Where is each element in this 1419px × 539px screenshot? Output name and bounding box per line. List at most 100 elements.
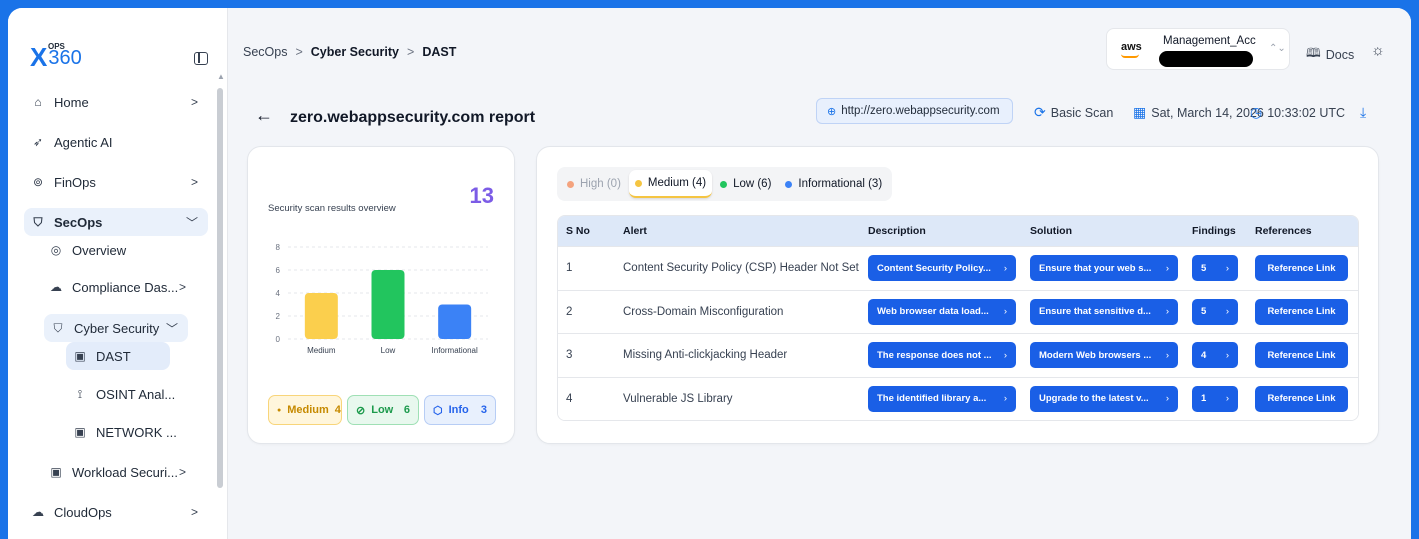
dot-icon: ● — [277, 406, 282, 414]
cell-sno: 3 — [566, 349, 573, 362]
findings-button[interactable]: 5 › — [1192, 255, 1238, 282]
filter-label: Low (6) — [733, 178, 772, 190]
breadcrumb-dast: DAST — [422, 45, 457, 59]
sidebar-item-finops[interactable]: ⊚ FinOps > — [24, 168, 208, 196]
reference-link[interactable]: Reference Link — [1255, 385, 1348, 412]
account-name: Management_Acc — [1163, 35, 1256, 47]
sidebar-item-cyber-security[interactable]: ⛉ Cyber Security ﹀ — [44, 314, 188, 342]
account-selector[interactable]: aws Management_Acc ⌃⌄ — [1106, 28, 1290, 70]
overview-icon: ◎ — [50, 243, 62, 257]
description-button[interactable]: Web browser data load... › — [868, 298, 1016, 325]
filter-high[interactable]: High (0) — [561, 170, 627, 198]
filter-low[interactable]: Low (6) — [714, 170, 777, 198]
bar-low — [371, 270, 405, 339]
reference-link[interactable]: Reference Link — [1255, 298, 1348, 325]
description-button[interactable]: The response does not ... › — [868, 342, 1016, 369]
solution-button[interactable]: Ensure that your web s... › — [1030, 255, 1178, 282]
scan-time-label: 10:33:02 UTC — [1267, 105, 1346, 120]
app-frame: X OPS 360 ▲ ⌂ Home > ➶ Agentic AI ⊚ FinO… — [8, 8, 1411, 539]
theme-toggle-icon[interactable]: ☼ — [1371, 42, 1385, 59]
breadcrumb-separator: > — [295, 45, 303, 59]
globe-icon: ⊕ — [827, 105, 837, 118]
scan-time: ◷ 10:33:02 UTC — [1250, 104, 1345, 121]
table-row: 4 Vulnerable JS Library The identified l… — [558, 376, 1358, 420]
clock-icon: ◷ — [1250, 104, 1263, 120]
col-solution: Solution — [1030, 225, 1072, 237]
badge-label: Medium — [287, 404, 329, 416]
y-tick-label: 6 — [276, 266, 281, 275]
table-row: 2 Cross-Domain Misconfiguration Web brow… — [558, 289, 1358, 333]
chevron-right-icon: > — [178, 280, 186, 294]
severity-badges: ● Medium 4 ⊘ Low 6 ⬡ Info 3 — [268, 395, 496, 425]
breadcrumb-secops[interactable]: SecOps — [243, 45, 287, 59]
shield-icon: ⬡ — [433, 404, 443, 417]
sidebar-scrollbar[interactable] — [217, 88, 223, 488]
account-id-redacted — [1159, 51, 1253, 67]
chevron-right-icon: > — [190, 175, 198, 189]
sidebar-item-overview[interactable]: ◎ Overview — [42, 236, 208, 264]
cell-sno: 1 — [566, 262, 573, 275]
sidebar-item-network[interactable]: ▣ NETWORK ... — [66, 418, 186, 446]
pill-label: The response does not ... — [877, 349, 992, 361]
docs-link[interactable]: 🕮 Docs — [1306, 44, 1354, 65]
sidebar-item-label: CloudOps — [54, 504, 112, 520]
sidebar-item-agentic-ai[interactable]: ➶ Agentic AI — [24, 128, 208, 156]
sidebar-collapse-icon[interactable] — [194, 52, 208, 65]
bar-informational — [438, 304, 472, 339]
scan-icon: ▣ — [50, 465, 62, 479]
sidebar: X OPS 360 ▲ ⌂ Home > ➶ Agentic AI ⊚ FinO… — [8, 8, 228, 539]
chevron-right-icon: › — [1225, 262, 1229, 274]
scroll-up-icon[interactable]: ▲ — [217, 72, 225, 81]
breadcrumb: SecOps > Cyber Security > DAST — [243, 45, 456, 59]
solution-button[interactable]: Upgrade to the latest v... › — [1030, 385, 1178, 412]
overview-card: Security scan results overview 13 0 2 4 6 8 M… — [247, 146, 515, 444]
docs-label: Docs — [1325, 47, 1355, 62]
badge-low[interactable]: ⊘ Low 6 — [347, 395, 419, 425]
sidebar-item-label: Compliance Das... — [72, 279, 179, 295]
description-button[interactable]: The identified library a... › — [868, 385, 1016, 412]
pill-label: 5 — [1201, 306, 1207, 318]
sidebar-item-compliance[interactable]: ☁ Compliance Das... > — [42, 273, 208, 301]
reference-link[interactable]: Reference Link — [1255, 255, 1348, 282]
target-url-chip[interactable]: ⊕ http://zero.webappsecurity.com — [816, 98, 1013, 124]
app-logo[interactable]: X OPS 360 — [30, 42, 82, 72]
badge-info[interactable]: ⬡ Info 3 — [424, 395, 496, 425]
pill-label: Web browser data load... — [877, 306, 989, 318]
logo-x: X — [30, 42, 48, 72]
sidebar-item-label: Workload Securi... — [72, 464, 178, 480]
target-url: http://zero.webappsecurity.com — [841, 105, 1000, 117]
findings-button[interactable]: 5 › — [1192, 298, 1238, 325]
breadcrumb-cyber-security[interactable]: Cyber Security — [311, 45, 399, 59]
sidebar-item-label: SecOps — [54, 214, 103, 230]
findings-button[interactable]: 4 › — [1192, 342, 1238, 369]
sidebar-item-home[interactable]: ⌂ Home > — [24, 88, 208, 116]
description-button[interactable]: Content Security Policy... › — [868, 255, 1016, 282]
download-icon[interactable]: ⤓ — [1360, 104, 1366, 121]
chevron-down-icon: ﹀ — [185, 215, 198, 230]
sidebar-item-dast[interactable]: ▣ DAST — [66, 342, 170, 370]
x-tick-label: Medium — [307, 346, 336, 355]
filter-label: Informational (3) — [798, 178, 883, 190]
sidebar-item-workload-security[interactable]: ▣ Workload Securi... > — [42, 458, 208, 486]
filter-informational[interactable]: Informational (3) — [779, 170, 888, 198]
chevron-right-icon: › — [1165, 393, 1169, 405]
aws-smile-icon — [1121, 54, 1139, 58]
sidebar-item-secops[interactable]: ⛉ SecOps ﹀ — [24, 208, 208, 236]
cell-sno: 2 — [566, 305, 573, 318]
sidebar-item-osint[interactable]: ⟟ OSINT Anal... — [66, 380, 186, 408]
solution-button[interactable]: Modern Web browsers ... › — [1030, 342, 1178, 369]
solution-button[interactable]: Ensure that sensitive d... › — [1030, 298, 1178, 325]
filter-medium[interactable]: Medium (4) — [628, 170, 713, 198]
findings-button[interactable]: 1 › — [1192, 385, 1238, 412]
badge-medium[interactable]: ● Medium 4 — [268, 395, 342, 425]
logo-360: 360 — [48, 47, 82, 69]
chevron-right-icon: › — [1165, 349, 1169, 361]
home-icon: ⌂ — [34, 95, 42, 109]
back-arrow-icon[interactable]: ← — [255, 105, 273, 126]
sidebar-item-cloudops[interactable]: ☁ CloudOps > — [24, 498, 208, 526]
y-tick-label: 2 — [276, 312, 281, 321]
sidebar-item-label: DAST — [96, 348, 131, 364]
dot-icon — [720, 180, 728, 188]
shield-icon: ⛉ — [33, 214, 43, 229]
reference-link[interactable]: Reference Link — [1255, 342, 1348, 369]
